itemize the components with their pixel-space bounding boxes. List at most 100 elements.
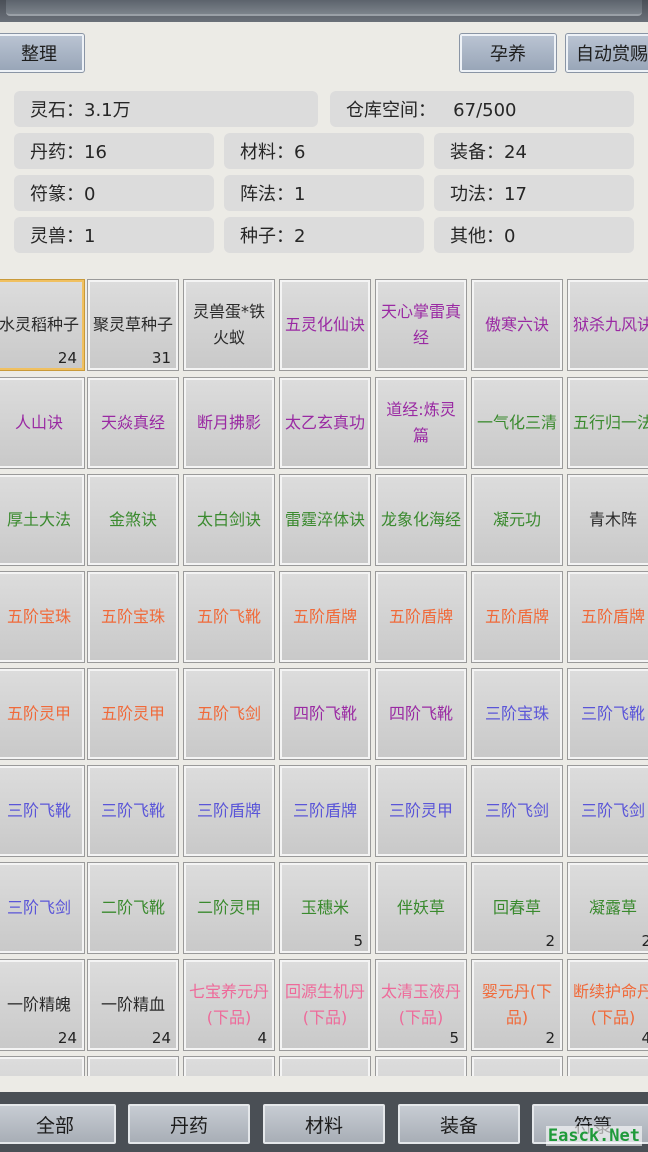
inventory-slot[interactable]: 回源生机丹(下品): [279, 959, 371, 1051]
item-name: 玉穗米: [300, 898, 349, 917]
inventory-slot[interactable]: [87, 1056, 179, 1076]
item-name: 二阶灵甲: [196, 898, 261, 917]
inventory-slot[interactable]: 断月拂影: [183, 377, 275, 469]
beasts-stat: 灵兽：1: [14, 217, 214, 253]
item-name: 五阶飞剑: [196, 704, 261, 723]
sort-button[interactable]: 整理: [0, 33, 85, 73]
inventory-slot[interactable]: 五阶盾牌: [375, 571, 467, 663]
inventory-slot[interactable]: 三阶飞剑: [0, 862, 85, 954]
inventory-slot[interactable]: 玉穗米 5: [279, 862, 371, 954]
tab-equipment[interactable]: 装备: [398, 1104, 520, 1144]
item-count: 5: [449, 1029, 459, 1047]
tab-materials[interactable]: 材料: [263, 1104, 385, 1144]
others-stat: 其他：0: [434, 217, 634, 253]
inventory-slot[interactable]: 傲寒六诀: [471, 279, 563, 371]
inventory-slot[interactable]: 五阶宝珠: [87, 571, 179, 663]
item-count: 24: [57, 349, 77, 367]
inventory-slot[interactable]: 五阶盾牌: [279, 571, 371, 663]
item-name: 四阶飞靴: [388, 704, 453, 723]
item-name: 三阶飞靴: [6, 801, 71, 820]
inventory-slot[interactable]: 四阶飞靴: [375, 668, 467, 760]
inventory-slot[interactable]: 金煞诀: [87, 474, 179, 566]
inventory-slot[interactable]: 五行归一法: [567, 377, 648, 469]
inventory-slot[interactable]: 三阶飞剑: [567, 765, 648, 857]
item-name: 太清玉液丹(下品): [380, 982, 461, 1027]
inventory-slot[interactable]: 太清玉液丹(下品) 5: [375, 959, 467, 1051]
item-count: 5: [353, 932, 363, 950]
inventory-slot[interactable]: 道经:炼灵篇: [375, 377, 467, 469]
inventory-slot[interactable]: 二阶飞靴: [87, 862, 179, 954]
item-count: 24: [151, 1029, 171, 1047]
inventory-slot[interactable]: [471, 1056, 563, 1076]
inventory-slot[interactable]: 三阶飞剑: [471, 765, 563, 857]
inventory-slot[interactable]: 一阶精魄 24: [0, 959, 85, 1051]
inventory-slot[interactable]: 四阶飞靴: [279, 668, 371, 760]
inventory-slot[interactable]: 水灵稻种子 24: [0, 279, 85, 371]
inventory-slot[interactable]: 太乙玄真功: [279, 377, 371, 469]
tab-all[interactable]: 全部: [0, 1104, 116, 1144]
inventory-slot[interactable]: 青木阵: [567, 474, 648, 566]
inventory-slot[interactable]: 七宝养元丹(下品) 4: [183, 959, 275, 1051]
inventory-slot[interactable]: 五阶盾牌: [567, 571, 648, 663]
tab-pills[interactable]: 丹药: [128, 1104, 250, 1144]
item-name: 灵兽蛋*铁火蚁: [192, 302, 265, 347]
inventory-slot[interactable]: 三阶宝珠: [471, 668, 563, 760]
inventory-slot[interactable]: 五阶宝珠: [0, 571, 85, 663]
inventory-slot[interactable]: 太白剑诀: [183, 474, 275, 566]
inventory-slot[interactable]: 一气化三清: [471, 377, 563, 469]
inventory-slot[interactable]: [279, 1056, 371, 1076]
warehouse-space-stat: 仓库空间： 67/500: [330, 91, 634, 127]
item-name: 三阶盾牌: [292, 801, 357, 820]
item-name: 金煞诀: [108, 510, 157, 529]
inventory-slot[interactable]: 雷霆淬体诀: [279, 474, 371, 566]
inventory-slot[interactable]: 婴元丹(下品) 2: [471, 959, 563, 1051]
inventory-slot[interactable]: 灵兽蛋*铁火蚁: [183, 279, 275, 371]
auto-reward-button[interactable]: 自动赏赐: [565, 33, 648, 73]
inventory-slot[interactable]: 五阶灵甲: [0, 668, 85, 760]
inventory-slot[interactable]: 五阶飞剑: [183, 668, 275, 760]
breed-button[interactable]: 孕养: [459, 33, 557, 73]
inventory-slot[interactable]: 三阶飞靴: [0, 765, 85, 857]
inventory-slot[interactable]: 聚灵草种子 31: [87, 279, 179, 371]
inventory-slot[interactable]: 天焱真经: [87, 377, 179, 469]
pills-stat: 丹药：16: [14, 133, 214, 169]
inventory-slot[interactable]: 二阶灵甲: [183, 862, 275, 954]
inventory-slot[interactable]: 断续护命丹(下品) 4: [567, 959, 648, 1051]
top-frame: [0, 0, 648, 22]
inventory-slot[interactable]: 厚土大法: [0, 474, 85, 566]
inventory-slot[interactable]: 龙象化海经: [375, 474, 467, 566]
item-name: 婴元丹(下品): [481, 982, 553, 1027]
item-count: 31: [151, 349, 171, 367]
inventory-slot[interactable]: [567, 1056, 648, 1076]
inventory-slot[interactable]: 五灵化仙诀: [279, 279, 371, 371]
inventory-slot[interactable]: 凝元功: [471, 474, 563, 566]
inventory-slot[interactable]: [183, 1056, 275, 1076]
inventory-slot[interactable]: 凝露草 2: [567, 862, 648, 954]
inventory-slot[interactable]: 三阶盾牌: [279, 765, 371, 857]
item-name: 雷霆淬体诀: [284, 510, 365, 529]
inventory-slot[interactable]: 三阶飞靴: [87, 765, 179, 857]
inventory-slot[interactable]: 一阶精血 24: [87, 959, 179, 1051]
inventory-slot[interactable]: [375, 1056, 467, 1076]
inventory-slot[interactable]: 三阶灵甲: [375, 765, 467, 857]
inventory-slot[interactable]: 三阶盾牌: [183, 765, 275, 857]
item-name: 道经:炼灵篇: [386, 400, 456, 445]
inventory-slot[interactable]: 人山诀: [0, 377, 85, 469]
inventory-slot[interactable]: 狱杀九风诀: [567, 279, 648, 371]
inventory-slot[interactable]: 天心掌雷真经: [375, 279, 467, 371]
item-name: 三阶盾牌: [196, 801, 261, 820]
inventory-slot[interactable]: 回春草 2: [471, 862, 563, 954]
item-name: 五阶灵甲: [100, 704, 165, 723]
inventory-slot[interactable]: [0, 1056, 85, 1076]
inventory-slot[interactable]: 伴妖草: [375, 862, 467, 954]
item-name: 五行归一法: [572, 413, 648, 432]
inventory-slot[interactable]: 三阶飞靴: [567, 668, 648, 760]
item-name: 七宝养元丹(下品): [188, 982, 269, 1027]
item-name: 水灵稻种子: [0, 315, 79, 334]
item-name: 一气化三清: [476, 413, 557, 432]
inventory-slot[interactable]: 五阶灵甲: [87, 668, 179, 760]
item-name: 太乙玄真功: [284, 413, 365, 432]
inventory-slot[interactable]: 五阶飞靴: [183, 571, 275, 663]
inventory-slot[interactable]: 五阶盾牌: [471, 571, 563, 663]
talismans-stat: 符篆：0: [14, 175, 214, 211]
